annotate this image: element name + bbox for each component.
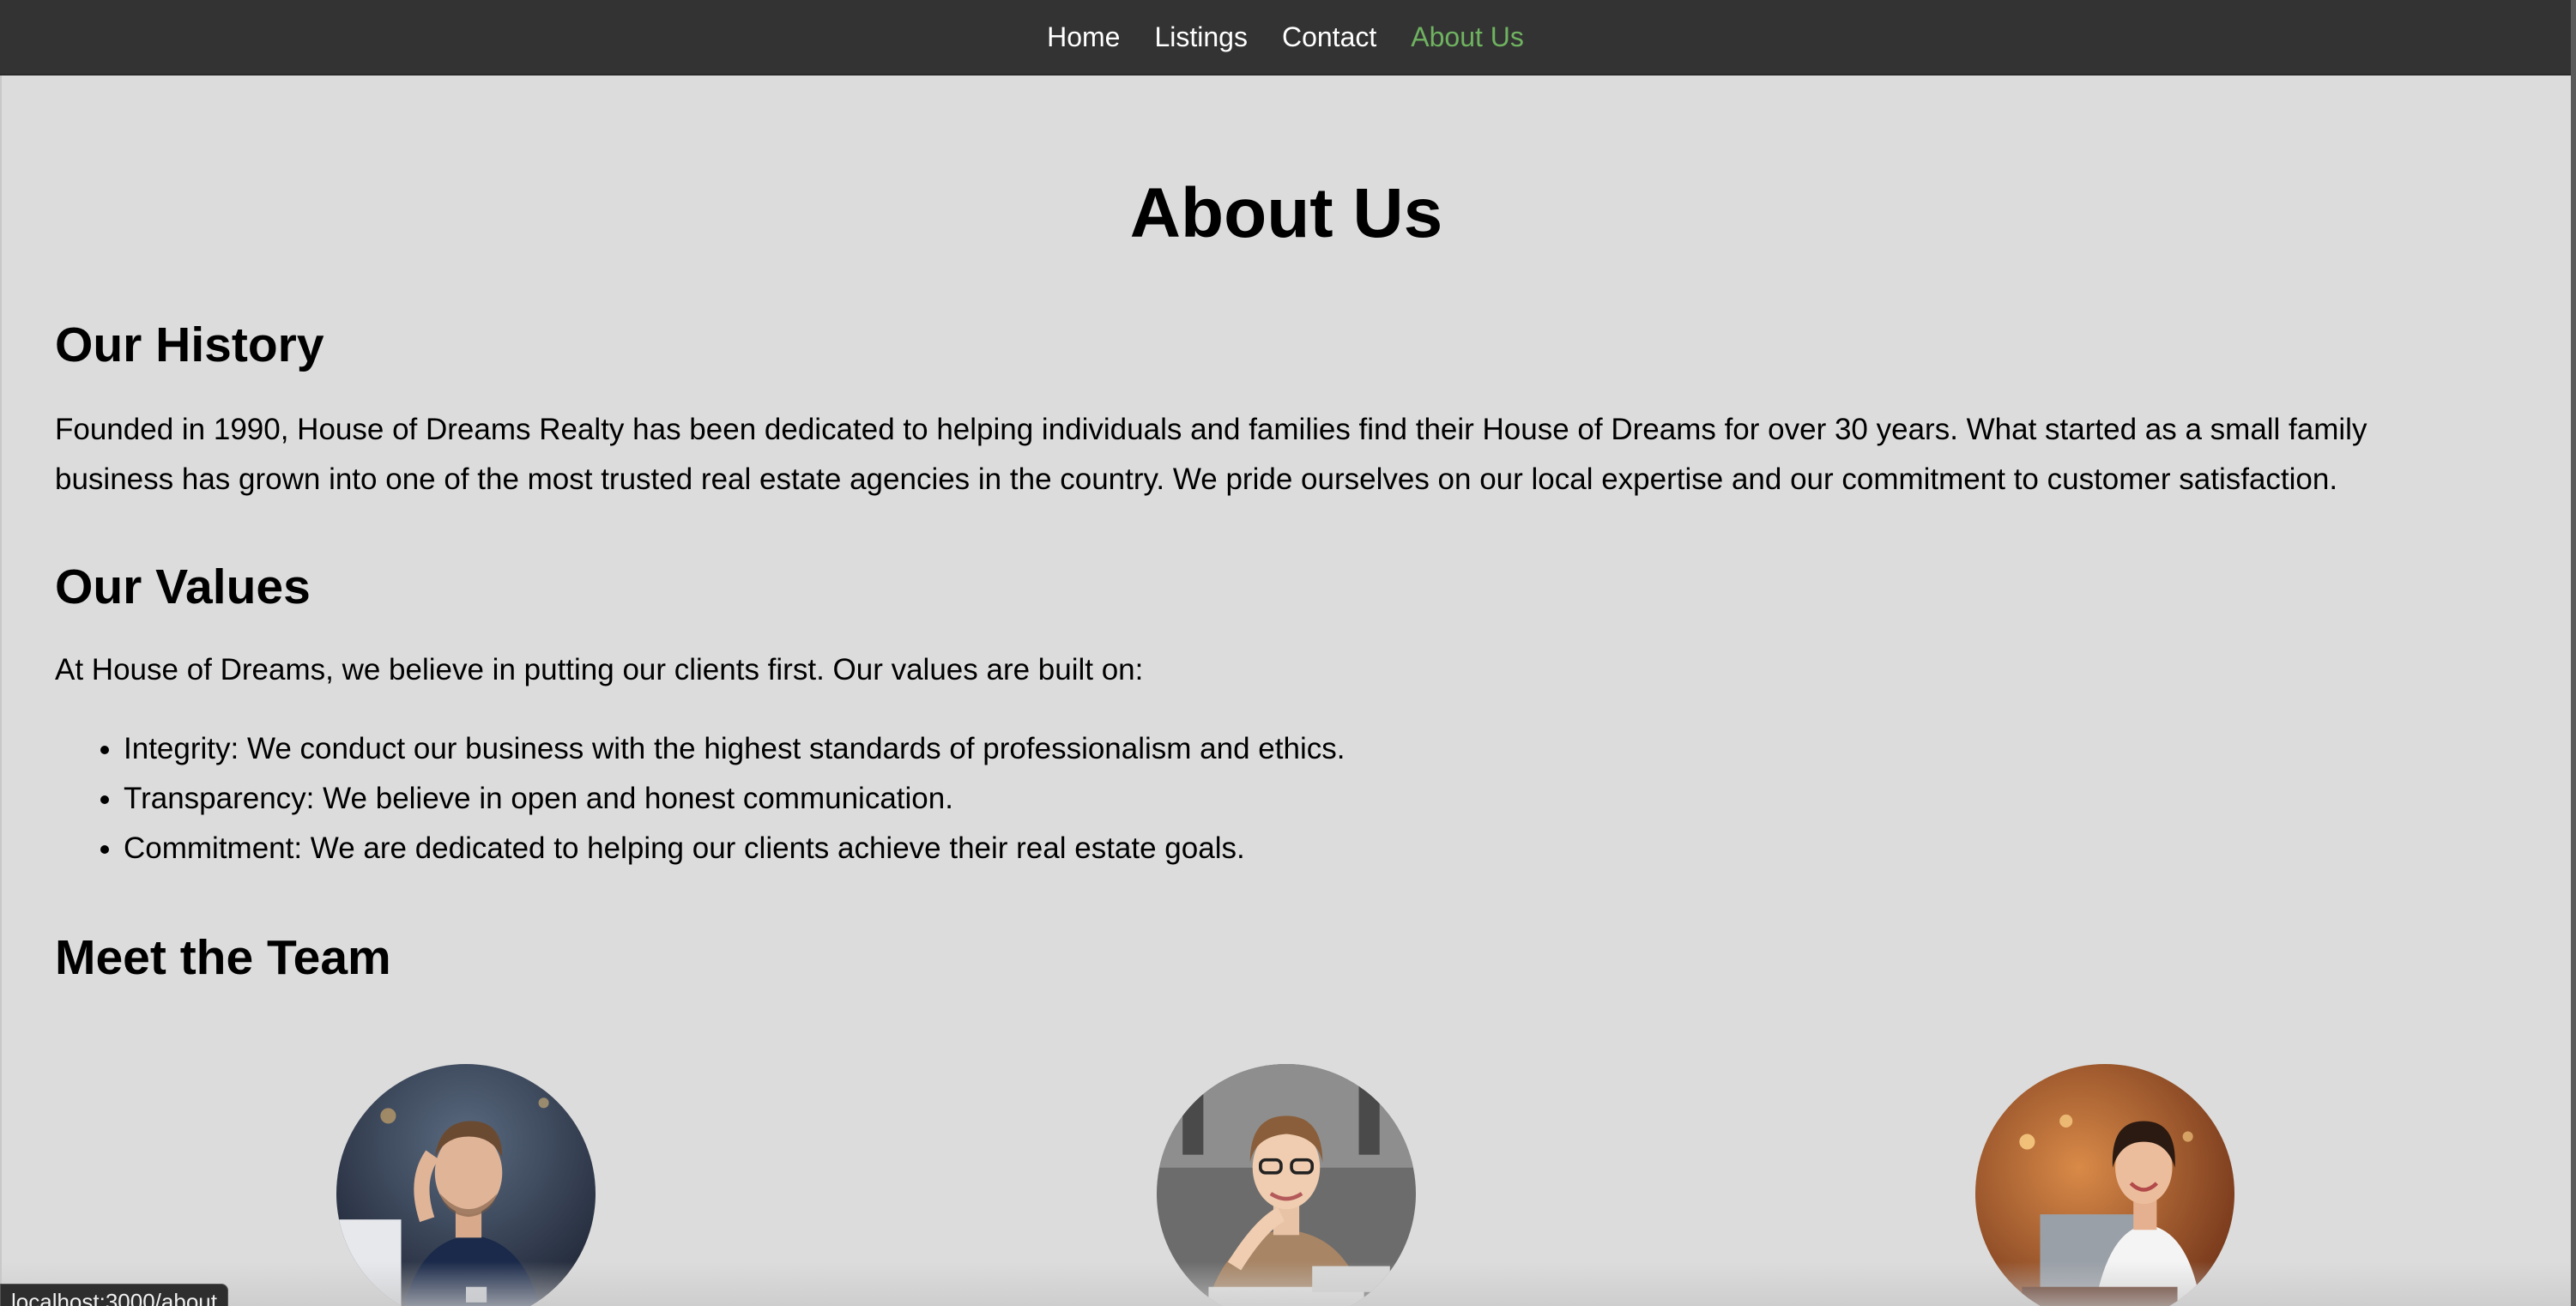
values-item-commitment: Commitment: We are dedicated to helping … (124, 824, 1345, 874)
nav-link-home[interactable]: Home (1047, 23, 1120, 51)
values-heading: Our Values (55, 559, 311, 614)
nav-link-about-us[interactable]: About Us (1411, 23, 1524, 51)
values-item-transparency: Transparency: We believe in open and hon… (124, 774, 1345, 824)
bottom-fade (0, 1261, 2571, 1306)
values-intro: At House of Dreams, we believe in puttin… (55, 653, 1144, 686)
status-bar-url: localhost:3000/about (0, 1284, 228, 1306)
history-paragraph: Founded in 1990, House of Dreams Realty … (55, 413, 2367, 496)
team-heading: Meet the Team (55, 930, 391, 985)
values-list: Integrity: We conduct our business with … (55, 724, 1345, 874)
values-item-integrity: Integrity: We conduct our business with … (124, 724, 1345, 774)
window-edge-right (2571, 0, 2576, 1306)
nav-link-listings[interactable]: Listings (1154, 23, 1248, 51)
nav-link-contact[interactable]: Contact (1282, 23, 1376, 51)
page-title: About Us (1129, 174, 1443, 252)
window-edge-left (0, 76, 2, 1306)
top-navigation: Home Listings Contact About Us (0, 0, 2571, 76)
history-heading: Our History (55, 317, 324, 372)
